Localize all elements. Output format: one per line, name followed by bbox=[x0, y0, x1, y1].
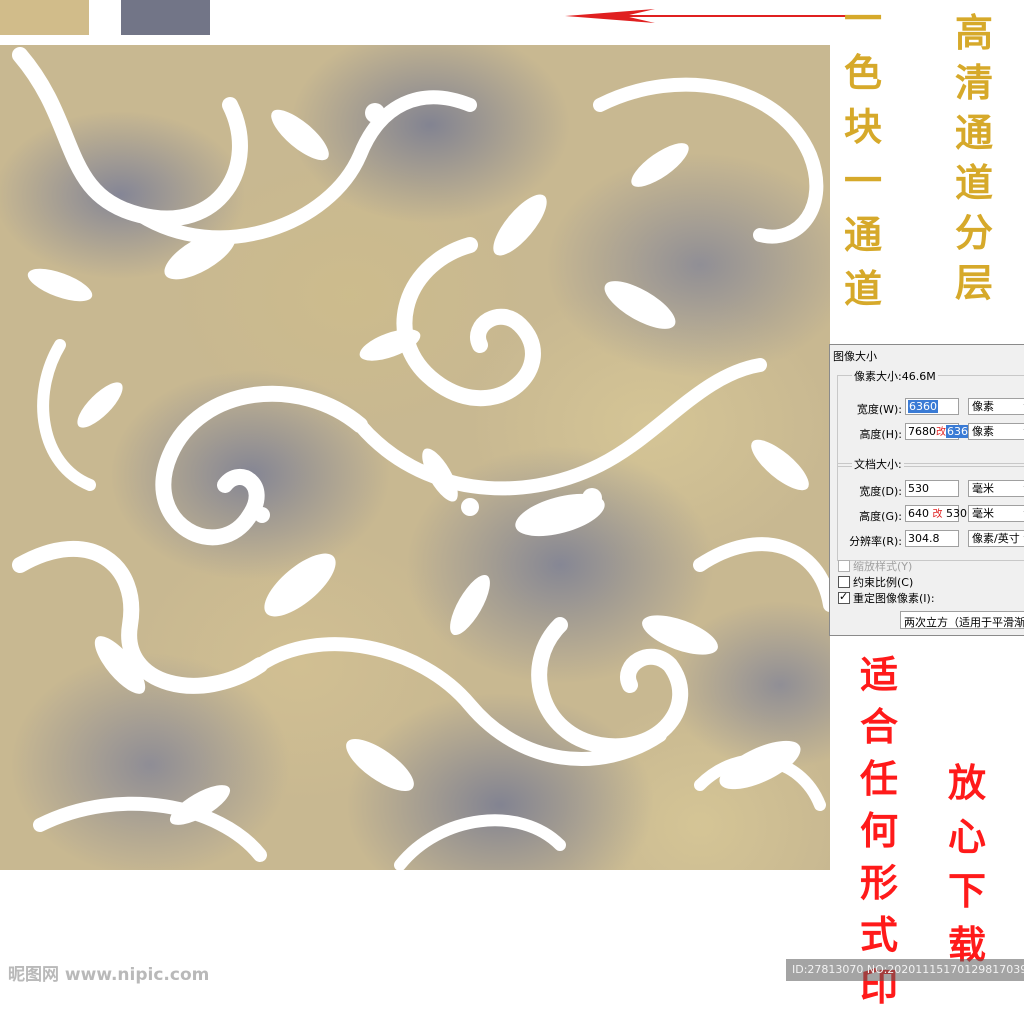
scale-styles-checkbox[interactable]: 缩放样式(Y) bbox=[838, 559, 912, 573]
resolution-unit-select[interactable]: 像素/英寸⌵ bbox=[968, 530, 1024, 547]
document-size-group: 文档大小: 宽度(D): 530 毫米⌵ 高度(G): 640 改 530 毫米… bbox=[837, 456, 1024, 561]
doc-width-input[interactable]: 530 bbox=[905, 480, 959, 497]
checkbox-box bbox=[838, 590, 850, 604]
doc-height-input[interactable]: 640 改 530 bbox=[905, 505, 967, 522]
pixel-dimensions-group: 像素大小:46.6M 宽度(W): 6360 像素⌵ 高度(H): 7680改6… bbox=[837, 368, 1024, 467]
gray-color-swatch bbox=[121, 0, 210, 35]
resample-method-select[interactable]: 两次立方（适用于平滑渐变 bbox=[900, 611, 1024, 629]
annotation-hd-layers: 高清通道分层 bbox=[954, 10, 993, 305]
gold-color-swatch bbox=[0, 0, 89, 35]
white-vine-scrolls bbox=[12, 47, 830, 870]
image-id-bar: ID:27813070 NO:20201115170129817039 bbox=[786, 959, 1024, 981]
dialog-title: 图像大小 bbox=[833, 350, 877, 363]
pixel-height-label: 高度(H): bbox=[859, 428, 902, 441]
pixel-width-unit-select[interactable]: 像素⌵ bbox=[968, 398, 1024, 415]
document-size-label: 文档大小: bbox=[852, 456, 904, 472]
checkbox-box bbox=[838, 560, 850, 572]
resample-image-checkbox[interactable]: 重定图像像素(I): bbox=[838, 590, 935, 605]
pixel-width-input[interactable]: 6360 bbox=[905, 398, 959, 415]
annotation-download: 放心下载 bbox=[947, 760, 986, 967]
image-size-dialog: 图像大小 像素大小:46.6M 宽度(W): 6360 像素⌵ 高度(H): 7… bbox=[829, 344, 1024, 636]
doc-height-label: 高度(G): bbox=[859, 510, 902, 523]
doc-width-unit-select[interactable]: 毫米⌵ bbox=[968, 480, 1024, 497]
site-watermark: 昵图网 www.nipic.com bbox=[8, 965, 210, 985]
pixel-width-label: 宽度(W): bbox=[856, 403, 902, 416]
pixel-height-input[interactable]: 7680改6360 bbox=[905, 423, 976, 440]
annotation-any-print: 适合任何形式印 bbox=[859, 652, 898, 1009]
pixel-size-label: 像素大小:46.6M bbox=[852, 368, 938, 384]
annotation-color-channel: 一色块一通道 bbox=[843, 0, 882, 311]
left-arrow-icon bbox=[565, 9, 865, 23]
doc-height-unit-select[interactable]: 毫米⌵ bbox=[968, 505, 1024, 522]
doc-width-label: 宽度(D): bbox=[859, 485, 902, 498]
resolution-input[interactable]: 304.8 bbox=[905, 530, 959, 547]
resolution-label: 分辨率(R): bbox=[849, 535, 902, 548]
floral-pattern-image bbox=[0, 45, 830, 870]
checkbox-box bbox=[838, 576, 850, 588]
pixel-height-unit-select[interactable]: 像素⌵ bbox=[968, 423, 1024, 440]
constrain-proportions-checkbox[interactable]: 约束比例(C) bbox=[838, 575, 913, 589]
